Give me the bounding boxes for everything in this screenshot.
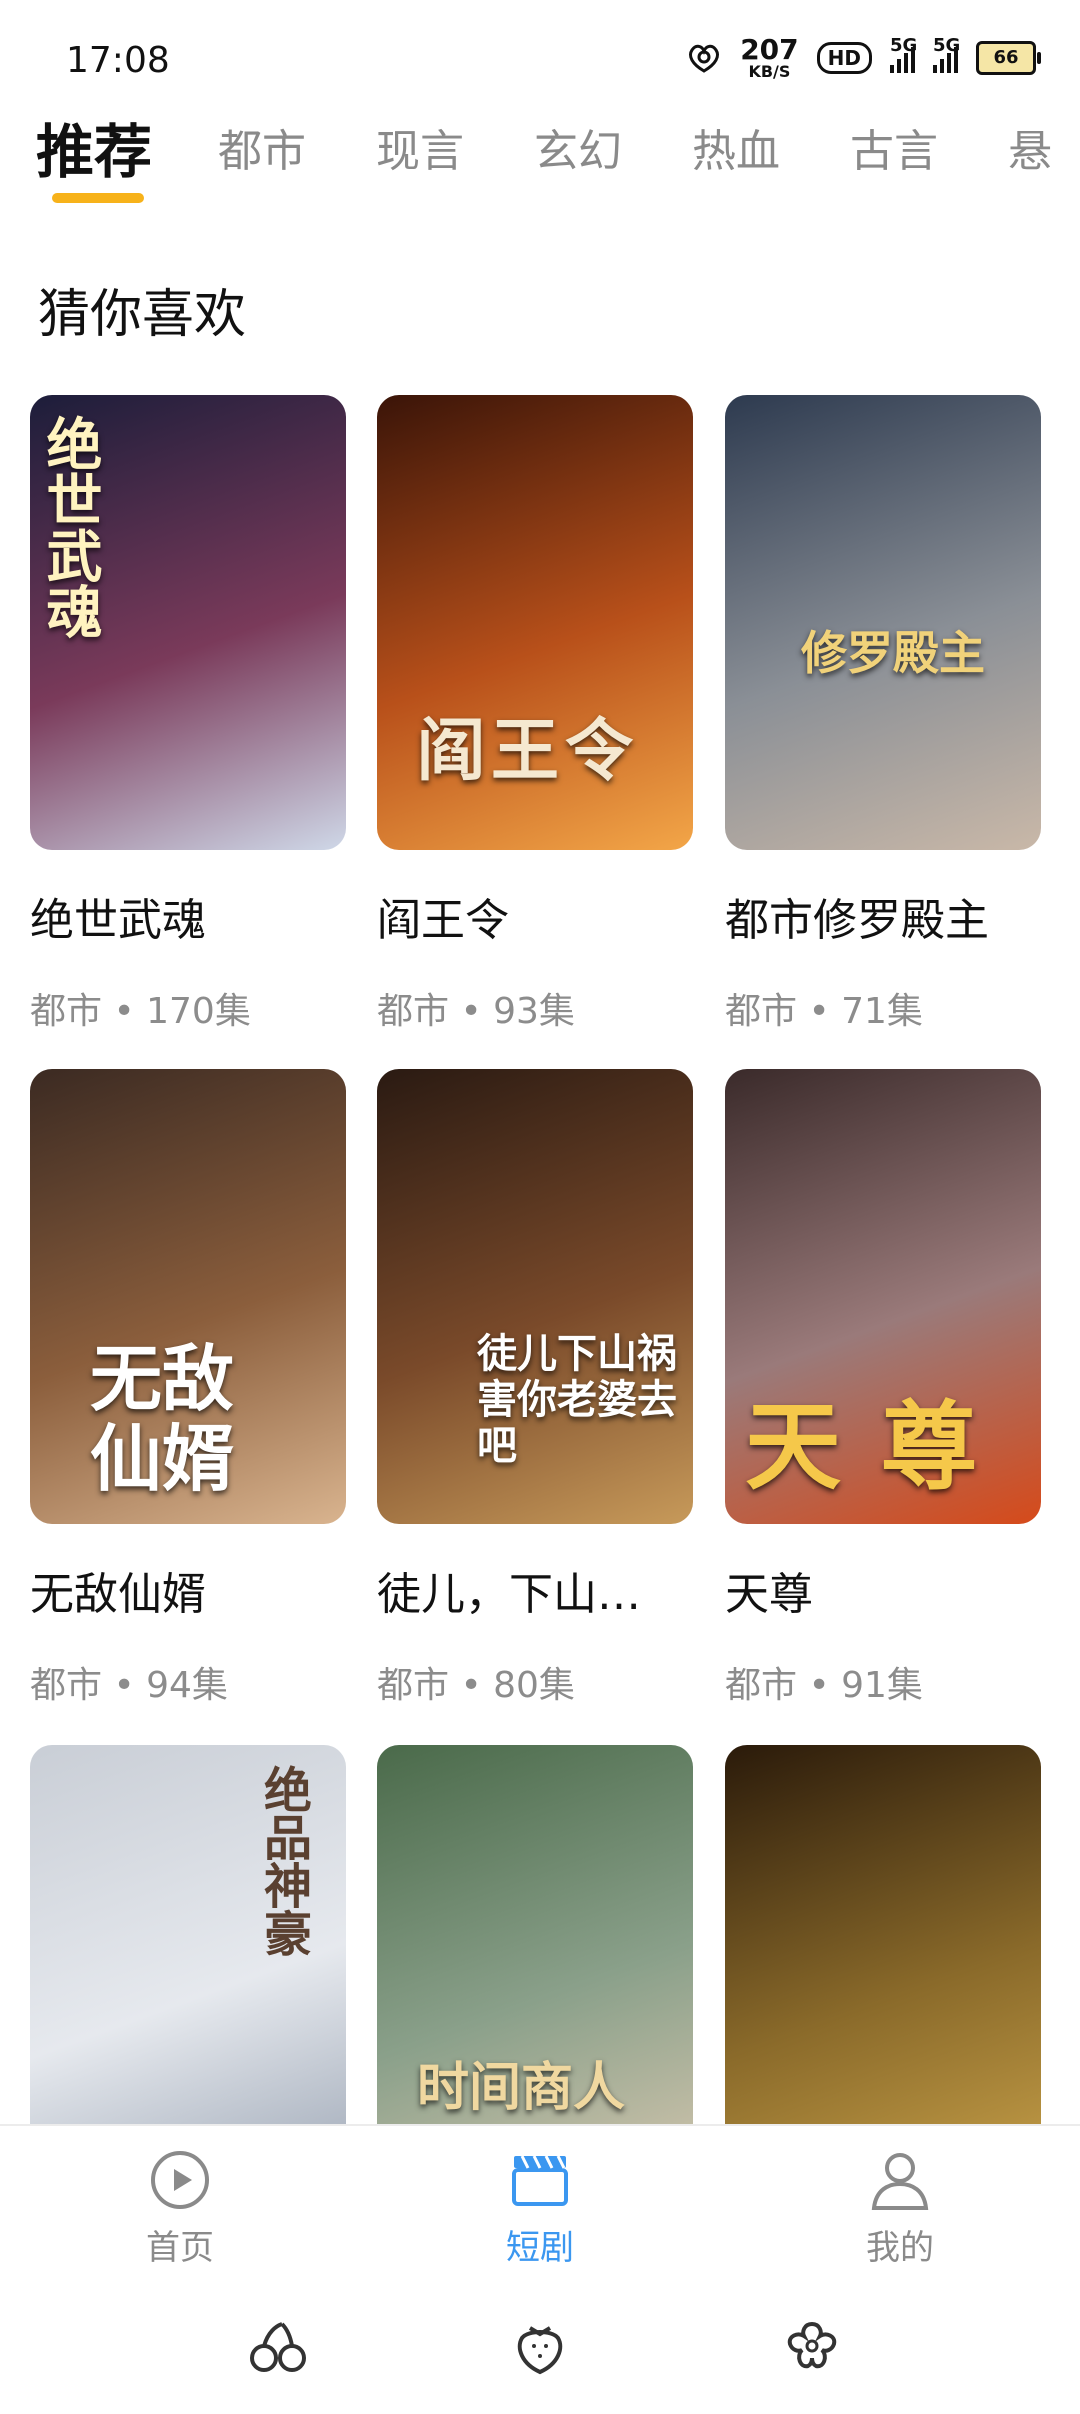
drama-title: 阎王令 <box>377 895 509 946</box>
drama-title: 绝世武魂 <box>30 895 206 946</box>
drama-meta: 都市 • 93集 <box>377 991 575 1032</box>
poster-title-text: 绝世武魂 <box>37 415 102 639</box>
poster-title-text: 修罗殿主 <box>801 626 985 680</box>
eye-care-icon <box>689 44 720 73</box>
network-speed-value: 207 <box>740 33 799 66</box>
drama-card[interactable]: 绝世武魂 绝世武魂 都市 • 170集 <box>30 395 346 1034</box>
system-bar <box>0 2274 1080 2414</box>
active-tab-indicator <box>52 193 144 203</box>
network-speed: 207 KB/S <box>740 36 798 80</box>
drama-card[interactable]: 天尊 天尊 都市 • 91集 <box>725 1069 1041 1708</box>
section-title: 猜你喜欢 <box>38 285 247 345</box>
network-label-2: 5G <box>933 35 961 56</box>
drama-card[interactable]: 徒儿下山祸害你老婆去吧 徒儿，下山… 都市 • 80集 <box>377 1069 693 1708</box>
poster-title-text: 无敌仙婿 <box>90 1337 235 1501</box>
nav-home[interactable]: 首页 <box>100 2148 260 2269</box>
drama-title: 天尊 <box>725 1569 813 1620</box>
status-bar: 17:08 207 KB/S HD 5G 5G 66 <box>0 0 1080 110</box>
tab-urban[interactable]: 都市 <box>218 115 306 179</box>
cherry-icon[interactable] <box>246 2314 310 2378</box>
drama-poster[interactable]: 绝世武魂 <box>30 395 346 850</box>
drama-meta: 都市 • 80集 <box>377 1665 575 1706</box>
drama-title: 都市修罗殿主 <box>725 895 989 946</box>
drama-meta: 都市 • 94集 <box>30 1665 228 1706</box>
poster-title-text: 时间商人 <box>417 2058 626 2118</box>
poster-title-text: 天尊 <box>745 1391 1017 1503</box>
network-speed-unit: KB/S <box>748 62 791 81</box>
drama-poster[interactable]: 天尊 <box>725 1069 1041 1524</box>
drama-poster[interactable]: 无敌仙婿 <box>30 1069 346 1524</box>
flower-icon[interactable] <box>780 2314 844 2378</box>
drama-card[interactable]: 修罗殿主 都市修罗殿主 都市 • 71集 <box>725 395 1041 1034</box>
nav-short-drama-label: 短剧 <box>506 2228 574 2268</box>
tab-ancient-romance[interactable]: 古言 <box>850 115 938 179</box>
clapperboard-icon <box>512 2155 568 2206</box>
bottom-navigation: 首页 短剧 我的 <box>0 2124 1080 2276</box>
status-time: 17:08 <box>66 40 170 81</box>
tab-modern-romance[interactable]: 现言 <box>376 115 464 179</box>
hd-badge: HD <box>816 42 872 74</box>
play-circle-icon <box>151 2151 209 2209</box>
drama-title: 徒儿，下山… <box>377 1569 641 1620</box>
poster-title-text: 阎王令 <box>417 712 640 791</box>
status-indicators: 207 KB/S HD 5G 5G 66 <box>686 35 1041 80</box>
poster-title-text: 绝品神豪 <box>255 1765 311 1957</box>
drama-meta: 都市 • 91集 <box>725 1665 923 1706</box>
poster-title-text: 徒儿下山祸害你老婆去吧 <box>477 1331 677 1469</box>
signal-5g-2-icon: 5G <box>933 35 960 73</box>
network-label-1: 5G <box>890 35 918 56</box>
drama-poster[interactable]: 修罗殿主 <box>725 395 1041 850</box>
nav-profile-label: 我的 <box>866 2228 934 2268</box>
drama-poster[interactable]: 徒儿下山祸害你老婆去吧 <box>377 1069 693 1524</box>
drama-poster[interactable]: 阎王令 <box>377 395 693 850</box>
drama-card[interactable]: 阎王令 阎王令 都市 • 93集 <box>377 395 693 1034</box>
tab-suspense[interactable]: 悬 <box>1008 115 1052 179</box>
tab-fantasy[interactable]: 玄幻 <box>534 115 622 179</box>
nav-short-drama[interactable]: 短剧 <box>460 2148 620 2269</box>
nav-home-label: 首页 <box>146 2228 214 2268</box>
signal-5g-1-icon: 5G <box>890 35 917 73</box>
tab-hot-blood[interactable]: 热血 <box>692 115 780 179</box>
strawberry-icon[interactable] <box>508 2314 572 2378</box>
nav-profile[interactable]: 我的 <box>820 2148 980 2269</box>
person-icon <box>871 2153 929 2210</box>
category-tabs: 推荐 都市 现言 玄幻 热血 古言 悬 <box>0 105 1080 215</box>
drama-meta: 都市 • 71集 <box>725 991 923 1032</box>
drama-card[interactable]: 无敌仙婿 无敌仙婿 都市 • 94集 <box>30 1069 346 1708</box>
drama-title: 无敌仙婿 <box>30 1569 206 1620</box>
battery-icon: 66 <box>976 41 1041 75</box>
drama-meta: 都市 • 170集 <box>30 991 251 1032</box>
tab-recommend[interactable]: 推荐 <box>36 105 152 189</box>
